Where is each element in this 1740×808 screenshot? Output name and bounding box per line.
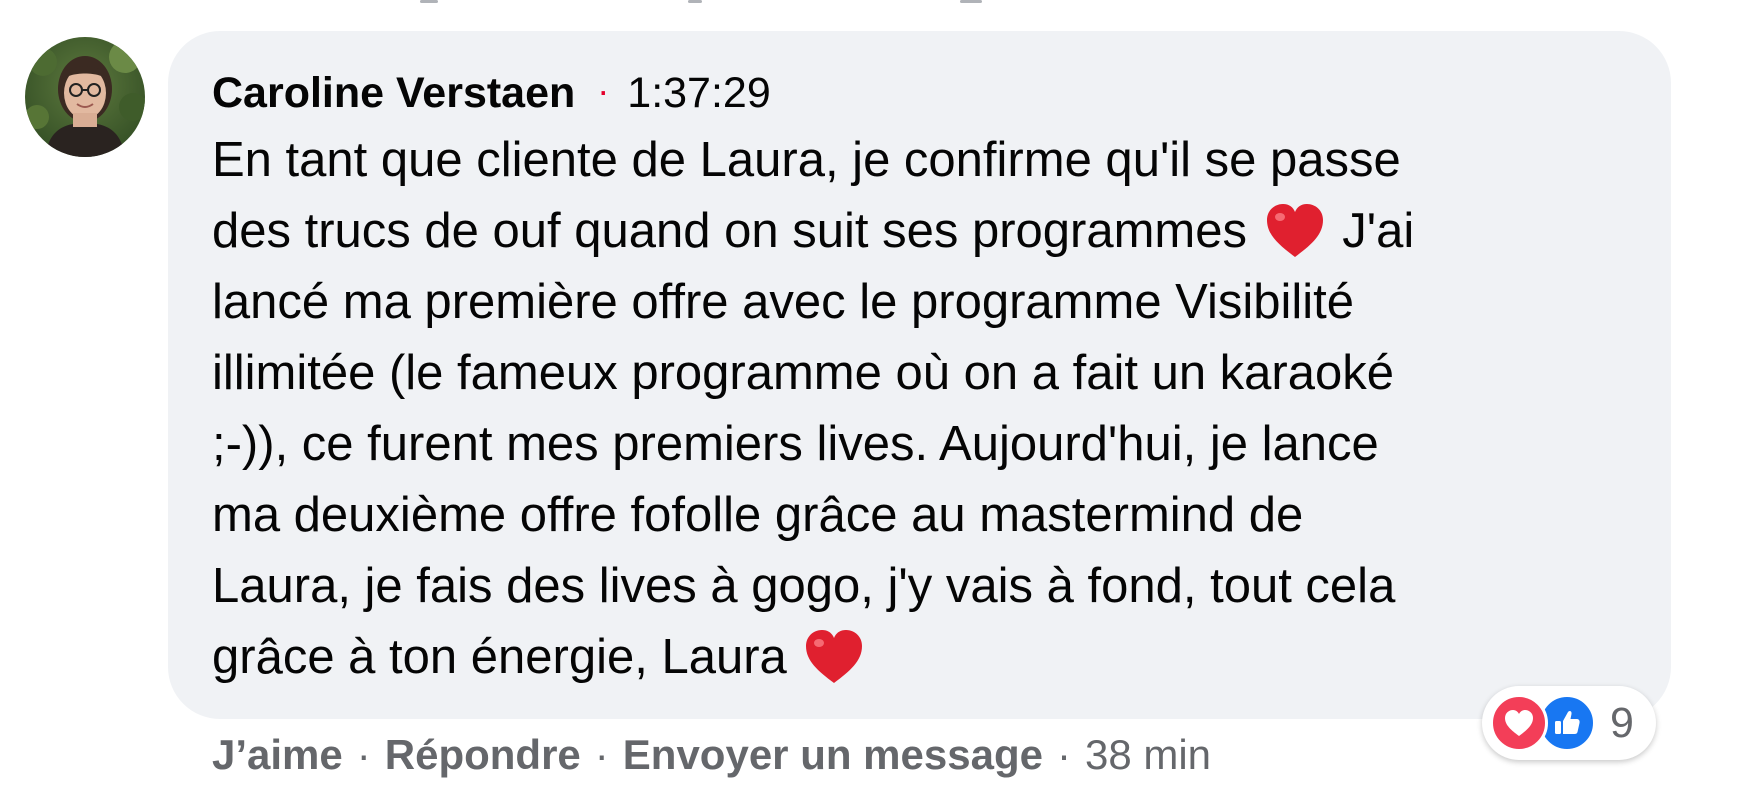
action-separator: · (356, 731, 371, 778)
previous-content-fragment (420, 0, 1120, 8)
heart-reaction-icon (1490, 694, 1548, 752)
comment-line: des trucs de ouf quand on suit ses progr… (212, 196, 1652, 267)
comment-screen: Caroline Verstaen · 1:37:29 En tant que … (0, 0, 1740, 808)
avatar[interactable] (25, 37, 145, 157)
comment-line: grâce à ton énergie, Laura (212, 622, 1652, 693)
reaction-summary[interactable]: 9 (1482, 686, 1656, 760)
separator-dot: · (597, 70, 610, 111)
comment-line: ma deuxième offre fofolle grâce au maste… (212, 488, 1304, 542)
comment-line-part: grâce à ton énergie, Laura (212, 630, 787, 684)
action-separator: · (594, 731, 609, 778)
comment-line: En tant que cliente de Laura, je confirm… (212, 133, 1401, 187)
comment-author[interactable]: Caroline Verstaen (212, 69, 575, 118)
comment-line-part: J'ai (1342, 204, 1415, 258)
comment-actions: J’aime · Répondre · Envoyer un message ·… (212, 725, 1211, 785)
comment-text: En tant que cliente de Laura, je confirm… (212, 125, 1652, 693)
comment-line: lancé ma première offre avec le programm… (212, 275, 1355, 329)
comment-bubble: Caroline Verstaen · 1:37:29 En tant que … (168, 31, 1671, 719)
comment-line-part: des trucs de ouf quand on suit ses progr… (212, 204, 1248, 258)
send-message-button[interactable]: Envoyer un message (623, 731, 1043, 779)
reaction-count: 9 (1610, 698, 1634, 747)
reply-button[interactable]: Répondre (385, 731, 581, 779)
comment-line: ;-)), ce furent mes premiers lives. Aujo… (212, 417, 1379, 471)
video-timecode[interactable]: 1:37:29 (627, 69, 770, 118)
comment-timestamp[interactable]: 38 min (1085, 731, 1211, 779)
comment-header: Caroline Verstaen · 1:37:29 (212, 61, 1631, 125)
heart-emoji-icon (806, 630, 863, 683)
heart-emoji-icon (1266, 204, 1323, 257)
comment-line: Laura, je fais des lives à gogo, j'y vai… (212, 559, 1396, 613)
comment-line: illimitée (le fameux programme où on a f… (212, 346, 1395, 400)
like-button[interactable]: J’aime (212, 731, 343, 779)
action-separator: · (1056, 731, 1071, 778)
